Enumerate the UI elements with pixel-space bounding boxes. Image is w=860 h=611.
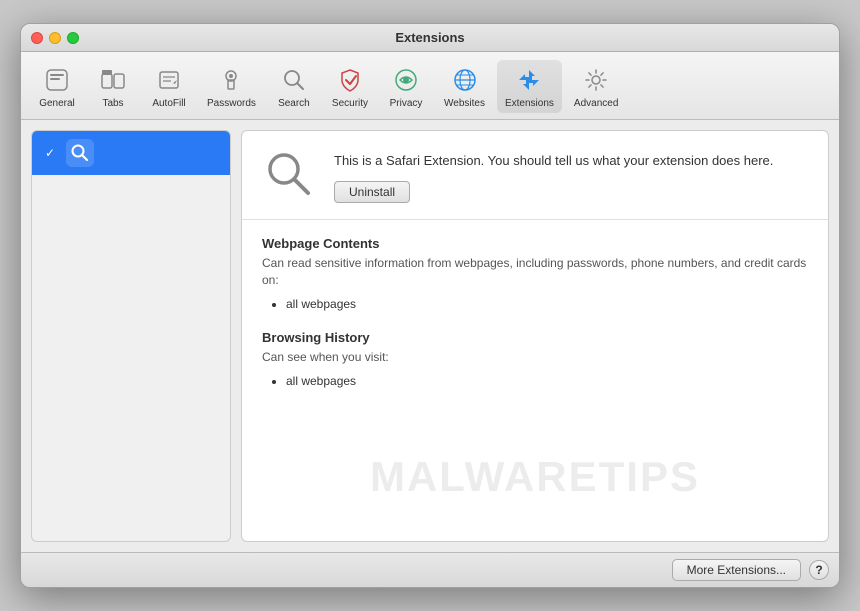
toolbar-item-privacy[interactable]: Privacy — [380, 60, 432, 113]
browsing-history-item: all webpages — [286, 372, 808, 391]
help-button[interactable]: ? — [809, 560, 829, 580]
toolbar-item-general[interactable]: General — [31, 60, 83, 113]
browsing-history-section: Browsing History Can see when you visit:… — [262, 330, 808, 391]
minimize-button[interactable] — [49, 32, 61, 44]
general-icon — [41, 64, 73, 96]
toolbar-item-search[interactable]: Search — [268, 60, 320, 113]
toolbar-item-websites[interactable]: Websites — [436, 60, 493, 113]
advanced-icon — [580, 64, 612, 96]
browsing-history-list: all webpages — [262, 372, 808, 391]
extension-big-icon — [262, 147, 318, 203]
extension-header: This is a Safari Extension. You should t… — [242, 131, 828, 220]
webpage-contents-desc: Can read sensitive information from webp… — [262, 255, 808, 289]
extensions-label: Extensions — [505, 98, 554, 109]
websites-label: Websites — [444, 98, 485, 109]
webpage-contents-section: Webpage Contents Can read sensitive info… — [262, 236, 808, 314]
security-label: Security — [332, 98, 368, 109]
main-window: Extensions General Tabs — [20, 23, 840, 588]
extensions-icon — [513, 64, 545, 96]
webpage-contents-title: Webpage Contents — [262, 236, 808, 251]
tabs-label: Tabs — [102, 98, 123, 109]
toolbar-item-advanced[interactable]: Advanced — [566, 60, 626, 113]
extensions-list: ✓ — [31, 130, 231, 542]
toolbar-item-tabs[interactable]: Tabs — [87, 60, 139, 113]
toolbar-item-security[interactable]: Security — [324, 60, 376, 113]
extension-description: This is a Safari Extension. You should t… — [334, 151, 808, 171]
titlebar: Extensions — [21, 24, 839, 52]
extension-icon — [66, 139, 94, 167]
toolbar-item-autofill[interactable]: AutoFill — [143, 60, 195, 113]
passwords-label: Passwords — [207, 98, 256, 109]
traffic-lights — [31, 32, 79, 44]
autofill-icon — [153, 64, 185, 96]
toolbar: General Tabs AutoFill — [21, 52, 839, 120]
uninstall-button[interactable]: Uninstall — [334, 181, 410, 203]
maximize-button[interactable] — [67, 32, 79, 44]
security-icon — [334, 64, 366, 96]
close-button[interactable] — [31, 32, 43, 44]
extension-checkbox[interactable]: ✓ — [42, 145, 58, 161]
privacy-icon — [390, 64, 422, 96]
detail-content: This is a Safari Extension. You should t… — [242, 131, 828, 541]
autofill-label: AutoFill — [152, 98, 185, 109]
more-extensions-button[interactable]: More Extensions... — [672, 559, 801, 581]
general-label: General — [39, 98, 75, 109]
webpage-contents-item: all webpages — [286, 295, 808, 314]
permissions-section: Webpage Contents Can read sensitive info… — [242, 220, 828, 423]
advanced-label: Advanced — [574, 98, 618, 109]
extension-detail: MALWARETIPS This is a Safari Extension. … — [241, 130, 829, 542]
tabs-icon — [97, 64, 129, 96]
window-title: Extensions — [395, 30, 464, 45]
main-content: ✓ MALWARETIPS — [21, 120, 839, 552]
bottom-bar: More Extensions... ? — [21, 552, 839, 587]
extension-list-item[interactable]: ✓ — [32, 131, 230, 175]
passwords-icon — [215, 64, 247, 96]
browsing-history-title: Browsing History — [262, 330, 808, 345]
search-label: Search — [278, 98, 310, 109]
websites-icon — [449, 64, 481, 96]
privacy-label: Privacy — [390, 98, 423, 109]
webpage-contents-list: all webpages — [262, 295, 808, 314]
extension-header-text: This is a Safari Extension. You should t… — [334, 147, 808, 203]
toolbar-item-extensions[interactable]: Extensions — [497, 60, 562, 113]
browsing-history-desc: Can see when you visit: — [262, 349, 808, 366]
search-toolbar-icon — [278, 64, 310, 96]
toolbar-item-passwords[interactable]: Passwords — [199, 60, 264, 113]
